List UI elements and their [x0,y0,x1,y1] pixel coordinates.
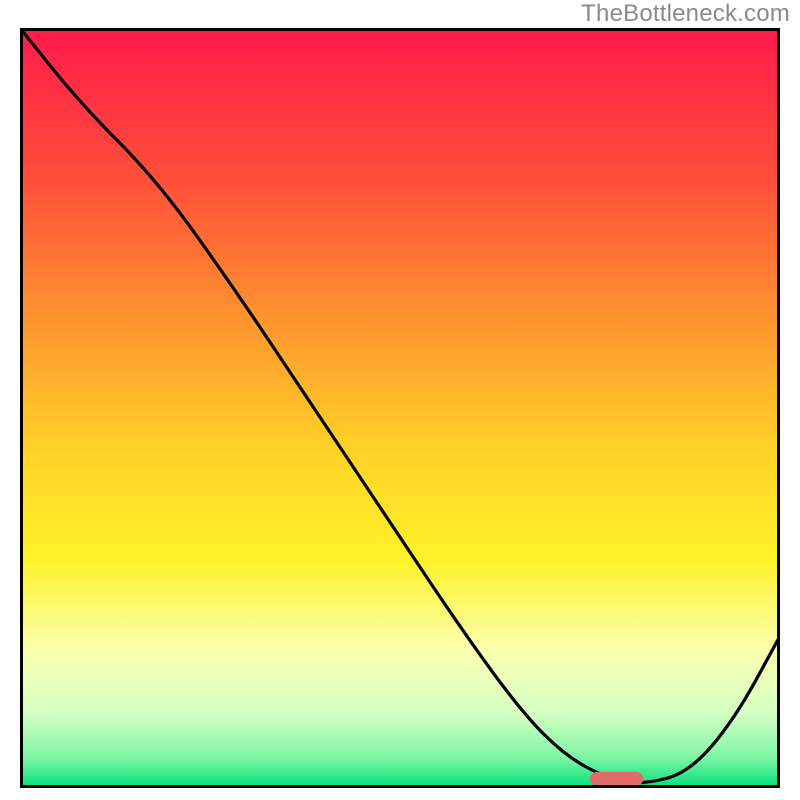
watermark-text: TheBottleneck.com [581,0,790,28]
chart-svg [20,28,780,788]
chart-container: TheBottleneck.com [0,0,800,800]
gradient-background [20,28,780,788]
optimal-range-marker [590,772,643,786]
plot-area [20,28,780,788]
